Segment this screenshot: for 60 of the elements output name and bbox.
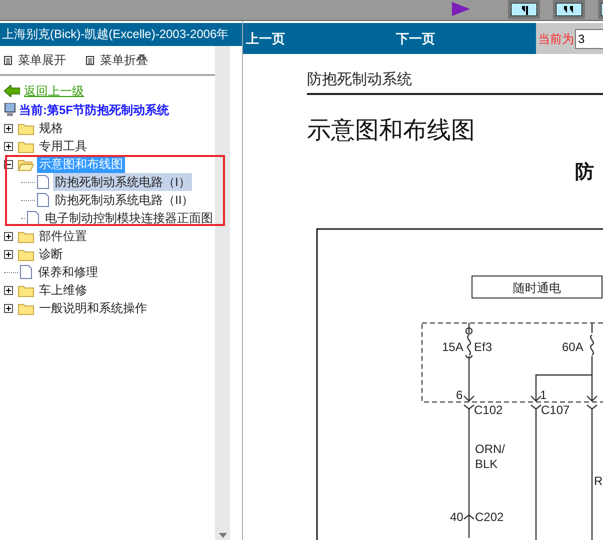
- menu-button[interactable]: 菜单展开: [4, 51, 66, 69]
- fuse-rating: 60A: [562, 340, 584, 354]
- diagram-title: 防: [575, 161, 595, 185]
- expand-icon[interactable]: [4, 286, 13, 294]
- folder-icon: [18, 140, 34, 152]
- wire-color: BLK: [475, 457, 498, 471]
- fuse-name: Ef3: [474, 340, 492, 354]
- tree-item[interactable]: 车上维修: [37, 281, 89, 299]
- folder-icon: [18, 284, 34, 296]
- folder-icon: [18, 122, 34, 134]
- tree-item[interactable]: 电子制动控制模块连接器正面图: [43, 209, 215, 227]
- list-icon: [86, 56, 94, 64]
- back-arrow-icon: [4, 85, 20, 97]
- pin-number: 40: [450, 510, 464, 524]
- expand-icon[interactable]: [4, 232, 13, 240]
- list-icon: [4, 56, 12, 64]
- scroll-down-arrow-icon[interactable]: [218, 533, 226, 538]
- expand-icon[interactable]: [4, 124, 13, 132]
- next-page-link[interactable]: 下一页: [396, 28, 435, 48]
- play-icon[interactable]: [452, 2, 472, 16]
- wire-color: R: [594, 474, 603, 488]
- document-icon: [37, 193, 49, 207]
- document-icon: [37, 175, 49, 189]
- pin-number: 6: [456, 388, 463, 402]
- back-link[interactable]: 返回上一级: [24, 82, 84, 100]
- previous-page-link[interactable]: 上一页: [246, 28, 285, 48]
- tree-item[interactable]: 一般说明和系统操作: [37, 299, 149, 317]
- tree-item[interactable]: 专用工具: [37, 137, 89, 155]
- computer-icon: [4, 102, 16, 116]
- previous-page-button[interactable]: [553, 0, 585, 19]
- sidebar-title: 上海别克(Bick)-凯越(Excelle)-2003-2006年: [0, 23, 242, 46]
- expand-icon[interactable]: [4, 142, 13, 150]
- document-icon: [27, 211, 39, 225]
- tree-item[interactable]: 防抱死制动系统电路（I）: [53, 173, 192, 191]
- page-heading: 示意图和布线图: [307, 116, 476, 146]
- folder-icon: [18, 302, 34, 314]
- wire-color: ORN/: [475, 442, 505, 456]
- page-number-field[interactable]: 3: [575, 28, 603, 48]
- connector-label: C102: [474, 403, 503, 417]
- pin-number: 1: [540, 388, 547, 402]
- fuse-rating: 15A: [442, 340, 464, 354]
- tree-item[interactable]: 防抱死制动系统电路（II）: [53, 191, 196, 209]
- tree-item[interactable]: 诊断: [37, 245, 65, 263]
- document-icon: [20, 265, 32, 279]
- open-folder-icon: [18, 158, 34, 170]
- tree-item[interactable]: 保养和修理: [36, 263, 100, 281]
- expand-icon[interactable]: [4, 250, 13, 258]
- first-page-button[interactable]: [508, 0, 540, 19]
- folder-icon: [18, 248, 34, 260]
- current-section: 当前:第5F节防抱死制动系统: [19, 100, 169, 118]
- menu-button[interactable]: 菜单折叠: [86, 51, 148, 69]
- tree-item[interactable]: 规格: [37, 119, 65, 137]
- power-label: 随时通电: [513, 281, 561, 295]
- section-title: 防抱死制动系统: [307, 71, 412, 88]
- page-label: 当前为: [538, 30, 574, 48]
- folder-icon: [18, 230, 34, 242]
- expand-icon[interactable]: [4, 304, 13, 312]
- connector-label: C202: [475, 510, 504, 524]
- tree-item[interactable]: 部件位置: [37, 227, 89, 245]
- connector-label: C107: [541, 403, 570, 417]
